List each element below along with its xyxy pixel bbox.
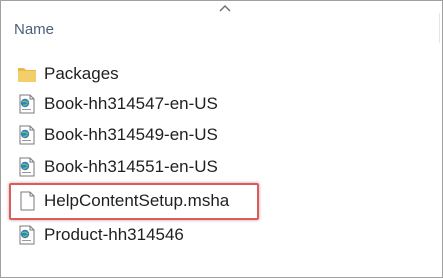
column-header-label: Name xyxy=(14,21,55,38)
file-item-label: Book-hh314547-en-US xyxy=(44,94,218,113)
file-explorer-pane: Name Packages Book-hh314547-en-US Book-h… xyxy=(0,0,443,278)
web-document-icon xyxy=(19,125,35,145)
file-item-label: Book-hh314551-en-US xyxy=(44,157,218,176)
file-item-label: Book-hh314549-en-US xyxy=(44,125,218,144)
file-item-product-hh314546[interactable]: Product-hh314546 xyxy=(11,220,261,250)
file-item-label: HelpContentSetup.msha xyxy=(44,191,230,210)
blank-file-icon xyxy=(20,191,35,211)
file-item-label: Packages xyxy=(44,64,119,83)
file-item-helpcontentsetup[interactable]: HelpContentSetup.msha xyxy=(11,186,261,216)
column-header-name[interactable]: Name xyxy=(1,13,442,43)
file-item-book-hh314547[interactable]: Book-hh314547-en-US xyxy=(11,89,261,119)
file-item-book-hh314549[interactable]: Book-hh314549-en-US xyxy=(11,120,261,150)
file-item-packages[interactable]: Packages xyxy=(11,59,261,89)
file-item-label: Product-hh314546 xyxy=(44,225,184,244)
web-document-icon xyxy=(19,157,35,177)
folder-icon xyxy=(18,68,36,82)
column-divider[interactable] xyxy=(439,13,440,43)
web-document-icon xyxy=(19,225,35,245)
file-item-book-hh314551[interactable]: Book-hh314551-en-US xyxy=(11,152,261,182)
sort-ascending-chevron-icon[interactable] xyxy=(217,3,233,13)
web-document-icon xyxy=(19,94,35,114)
